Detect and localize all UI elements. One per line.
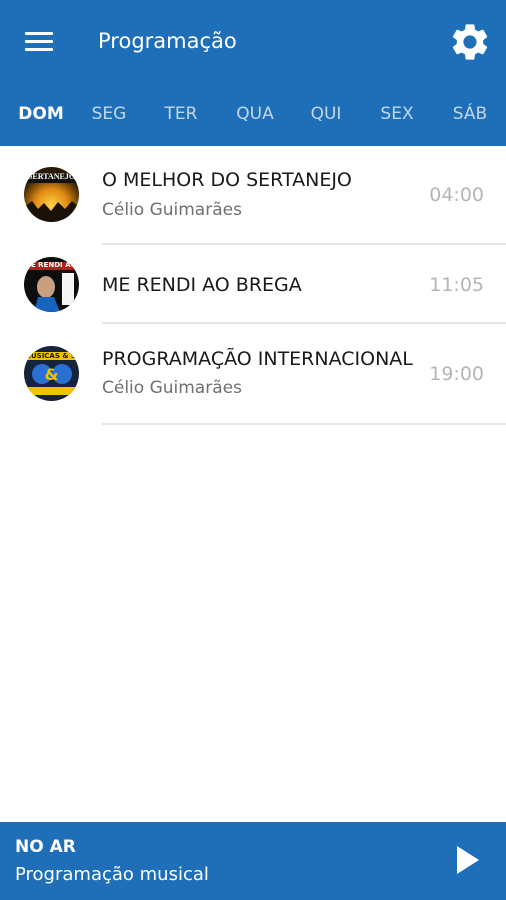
- tab-sex[interactable]: SEX: [366, 92, 428, 136]
- now-playing-bar[interactable]: NO AR Programação musical: [0, 822, 506, 900]
- now-playing-title: Programação musical: [15, 864, 209, 885]
- tab-ter[interactable]: TER: [150, 92, 212, 136]
- settings-button[interactable]: [448, 20, 492, 64]
- tab-sab[interactable]: SÁB: [438, 92, 502, 136]
- app-bar: Programação DOM SEG TER QUA QUI SEX SÁB: [0, 0, 506, 146]
- tab-dom[interactable]: DOM: [8, 92, 74, 136]
- program-thumbnail: SERTANEJO: [24, 167, 79, 222]
- play-button[interactable]: [454, 844, 482, 876]
- tab-qui[interactable]: QUI: [295, 92, 357, 136]
- tab-qua[interactable]: QUA: [222, 92, 288, 136]
- divider: [102, 423, 506, 425]
- page-title: Programação: [98, 29, 237, 53]
- menu-button[interactable]: [22, 28, 58, 56]
- list-item[interactable]: ME RENDI AO BREGA ME RENDI AO BREGA 11:0…: [0, 245, 506, 324]
- gear-icon: [452, 24, 488, 60]
- program-thumbnail: & MÚSICAS & SAUDADES: [24, 346, 79, 401]
- play-icon: [457, 846, 479, 874]
- program-title: PROGRAMAÇÃO INTERNACIONAL: [102, 348, 413, 370]
- program-time: 11:05: [429, 274, 484, 296]
- program-title: O MELHOR DO SERTANEJO: [102, 169, 352, 191]
- day-tabs: DOM SEG TER QUA QUI SEX SÁB: [0, 92, 506, 136]
- list-item[interactable]: & MÚSICAS & SAUDADES PROGRAMAÇÃO INTERNA…: [0, 324, 506, 425]
- tab-seg[interactable]: SEG: [78, 92, 140, 136]
- program-time: 19:00: [429, 363, 484, 385]
- program-host: Célio Guimarães: [102, 378, 242, 398]
- program-time: 04:00: [429, 184, 484, 206]
- list-item[interactable]: SERTANEJO O MELHOR DO SERTANEJO Célio Gu…: [0, 146, 506, 245]
- svg-text:&: &: [45, 365, 59, 384]
- program-host: Célio Guimarães: [102, 200, 242, 220]
- on-air-label: NO AR: [15, 837, 76, 857]
- program-title: ME RENDI AO BREGA: [102, 274, 302, 296]
- program-thumbnail: ME RENDI AO BREGA: [24, 257, 79, 312]
